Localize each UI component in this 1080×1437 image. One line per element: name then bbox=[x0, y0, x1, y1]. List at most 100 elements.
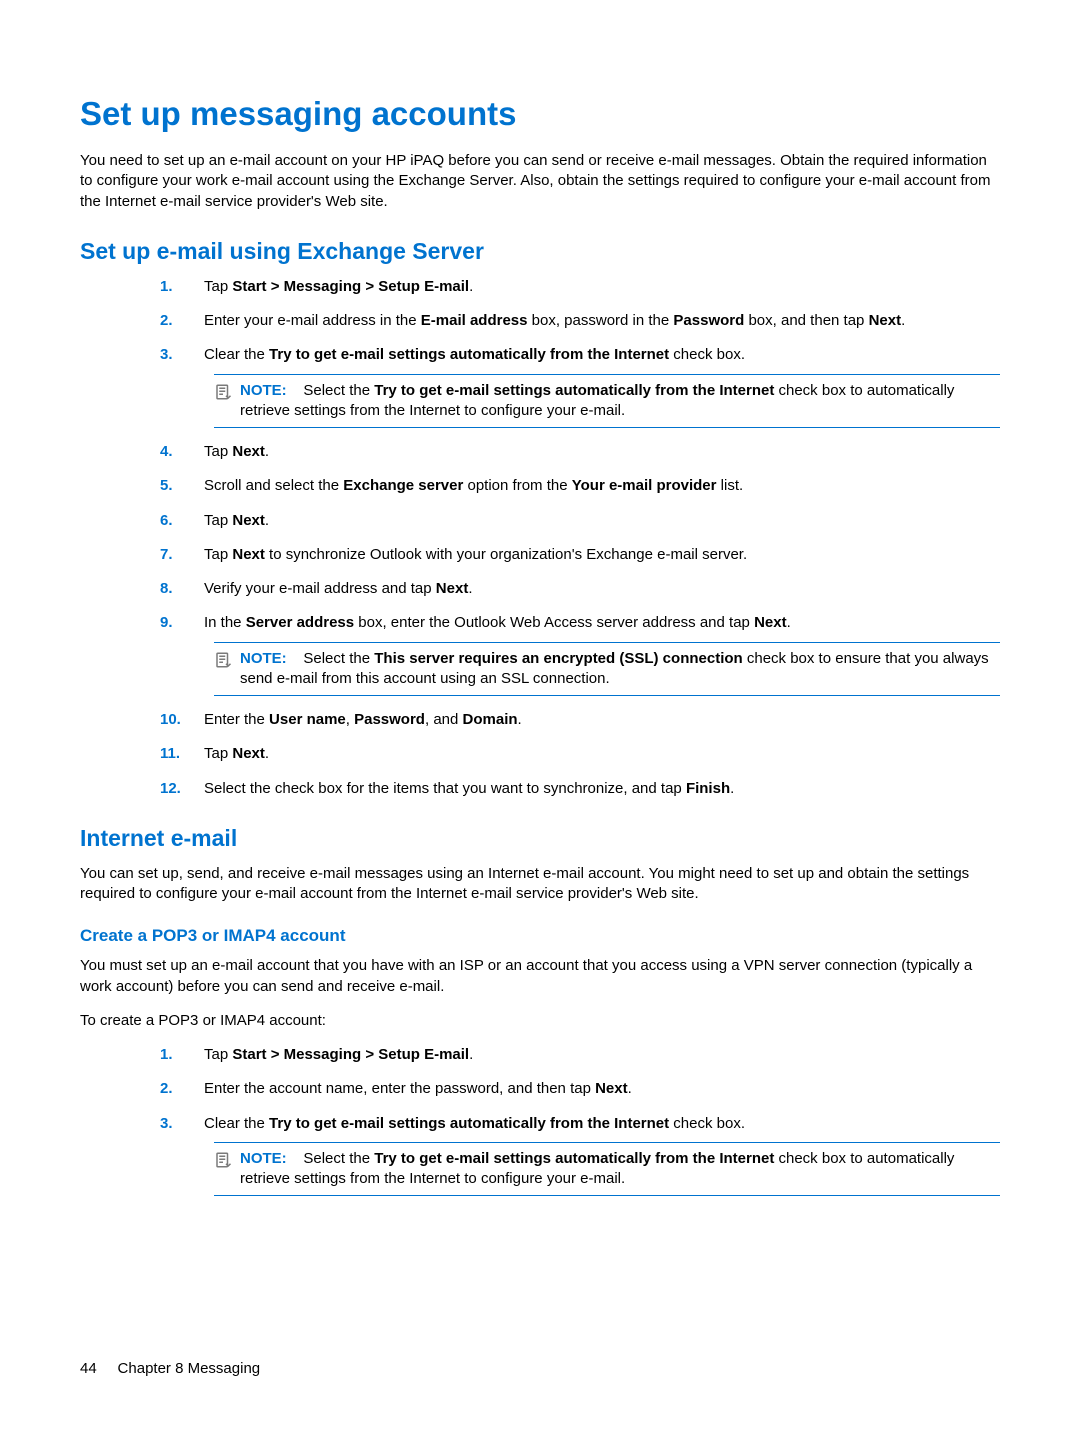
step-text: Tap bbox=[204, 278, 232, 295]
note-text: Select the bbox=[303, 1150, 374, 1167]
list-item: 7. Tap Next to synchronize Outlook with … bbox=[160, 545, 1000, 565]
list-item: 2. Enter your e-mail address in the E-ma… bbox=[160, 311, 1000, 331]
section-heading-internet: Internet e-mail bbox=[80, 825, 1000, 852]
bold-text: Next bbox=[232, 512, 265, 529]
note-text: Select the bbox=[303, 382, 374, 399]
note-icon bbox=[214, 1151, 232, 1169]
step-number: 3. bbox=[160, 1114, 173, 1134]
note-content: NOTE: Select the Try to get e-mail setti… bbox=[240, 381, 1000, 422]
list-item: 1. Tap Start > Messaging > Setup E-mail. bbox=[160, 1045, 1000, 1065]
step-text: . bbox=[265, 745, 269, 762]
bold-text: Next bbox=[232, 443, 265, 460]
step-text: In the bbox=[204, 614, 246, 631]
step-number: 7. bbox=[160, 545, 173, 565]
step-text: Tap bbox=[204, 512, 232, 529]
document-page: Set up messaging accounts You need to se… bbox=[0, 0, 1080, 1437]
page-title: Set up messaging accounts bbox=[80, 95, 1000, 133]
bold-text: Start > Messaging > Setup E-mail bbox=[232, 278, 469, 295]
bold-text: Exchange server bbox=[343, 477, 463, 494]
step-text: Enter the bbox=[204, 711, 269, 728]
note-label: NOTE: bbox=[240, 382, 287, 399]
note-content: NOTE: Select the Try to get e-mail setti… bbox=[240, 1149, 1000, 1190]
step-text: Tap bbox=[204, 546, 232, 563]
note-text: Select the bbox=[303, 650, 374, 667]
step-number: 12. bbox=[160, 779, 181, 799]
step-text: check box. bbox=[669, 1115, 745, 1132]
step-text: . bbox=[265, 512, 269, 529]
pop3-steps-list: 1. Tap Start > Messaging > Setup E-mail.… bbox=[160, 1045, 1000, 1196]
step-number: 8. bbox=[160, 579, 173, 599]
bold-text: Try to get e-mail settings automatically… bbox=[374, 382, 774, 399]
step-text: box, password in the bbox=[528, 312, 674, 329]
pop3-intro-paragraph-2: To create a POP3 or IMAP4 account: bbox=[80, 1011, 1000, 1031]
subsection-heading-pop3: Create a POP3 or IMAP4 account bbox=[80, 926, 1000, 946]
bold-text: Start > Messaging > Setup E-mail bbox=[232, 1046, 469, 1063]
step-text: Verify your e-mail address and tap bbox=[204, 580, 436, 597]
step-number: 2. bbox=[160, 1079, 173, 1099]
note-label: NOTE: bbox=[240, 1150, 287, 1167]
note-box: NOTE: Select the Try to get e-mail setti… bbox=[214, 1142, 1000, 1197]
step-number: 11. bbox=[160, 744, 180, 764]
list-item: 1. Tap Start > Messaging > Setup E-mail. bbox=[160, 277, 1000, 297]
step-text: Clear the bbox=[204, 346, 269, 363]
bold-text: Next bbox=[436, 580, 469, 597]
bold-text: Server address bbox=[246, 614, 354, 631]
bold-text: Finish bbox=[686, 780, 730, 797]
step-number: 1. bbox=[160, 1045, 173, 1065]
bold-text: Next bbox=[232, 745, 265, 762]
step-number: 9. bbox=[160, 613, 173, 633]
list-item: 3. Clear the Try to get e-mail settings … bbox=[160, 345, 1000, 428]
note-icon bbox=[214, 651, 232, 669]
step-text: Select the check box for the items that … bbox=[204, 780, 686, 797]
step-text: Enter your e-mail address in the bbox=[204, 312, 421, 329]
pop3-intro-paragraph: You must set up an e-mail account that y… bbox=[80, 956, 1000, 997]
page-number: 44 bbox=[80, 1360, 97, 1377]
step-text: . bbox=[518, 711, 522, 728]
list-item: 4. Tap Next. bbox=[160, 442, 1000, 462]
bold-text: Password bbox=[673, 312, 744, 329]
step-number: 1. bbox=[160, 277, 173, 297]
list-item: 9. In the Server address box, enter the … bbox=[160, 613, 1000, 696]
list-item: 3. Clear the Try to get e-mail settings … bbox=[160, 1114, 1000, 1197]
step-text: . bbox=[265, 443, 269, 460]
step-text: check box. bbox=[669, 346, 745, 363]
step-text: . bbox=[469, 1046, 473, 1063]
step-text: to synchronize Outlook with your organiz… bbox=[265, 546, 747, 563]
step-text: option from the bbox=[463, 477, 571, 494]
step-text: , bbox=[346, 711, 354, 728]
bold-text: Try to get e-mail settings automatically… bbox=[374, 1150, 774, 1167]
step-text: box, enter the Outlook Web Access server… bbox=[354, 614, 754, 631]
step-number: 5. bbox=[160, 476, 173, 496]
page-footer: 44 Chapter 8 Messaging bbox=[80, 1360, 260, 1377]
step-text: . bbox=[901, 312, 905, 329]
step-text: Enter the account name, enter the passwo… bbox=[204, 1080, 595, 1097]
list-item: 6. Tap Next. bbox=[160, 511, 1000, 531]
bold-text: Next bbox=[595, 1080, 628, 1097]
note-box: NOTE: Select the This server requires an… bbox=[214, 642, 1000, 697]
bold-text: This server requires an encrypted (SSL) … bbox=[374, 650, 742, 667]
bold-text: Domain bbox=[463, 711, 518, 728]
list-item: 11. Tap Next. bbox=[160, 744, 1000, 764]
step-number: 10. bbox=[160, 710, 181, 730]
list-item: 5. Scroll and select the Exchange server… bbox=[160, 476, 1000, 496]
step-text: . bbox=[628, 1080, 632, 1097]
note-label: NOTE: bbox=[240, 650, 287, 667]
note-icon bbox=[214, 383, 232, 401]
step-text: . bbox=[469, 278, 473, 295]
bold-text: Try to get e-mail settings automatically… bbox=[269, 1115, 669, 1132]
list-item: 8. Verify your e-mail address and tap Ne… bbox=[160, 579, 1000, 599]
step-text: . bbox=[468, 580, 472, 597]
step-text: Clear the bbox=[204, 1115, 269, 1132]
step-text: list. bbox=[717, 477, 744, 494]
bold-text: Your e-mail provider bbox=[572, 477, 717, 494]
note-box: NOTE: Select the Try to get e-mail setti… bbox=[214, 374, 1000, 429]
chapter-label: Chapter 8 Messaging bbox=[118, 1360, 261, 1377]
step-text: Tap bbox=[204, 443, 232, 460]
step-text: Tap bbox=[204, 745, 232, 762]
list-item: 2. Enter the account name, enter the pas… bbox=[160, 1079, 1000, 1099]
section-heading-exchange: Set up e-mail using Exchange Server bbox=[80, 238, 1000, 265]
internet-intro-paragraph: You can set up, send, and receive e-mail… bbox=[80, 864, 1000, 905]
bold-text: Next bbox=[869, 312, 902, 329]
step-text: , and bbox=[425, 711, 463, 728]
exchange-steps-list: 1. Tap Start > Messaging > Setup E-mail.… bbox=[160, 277, 1000, 799]
